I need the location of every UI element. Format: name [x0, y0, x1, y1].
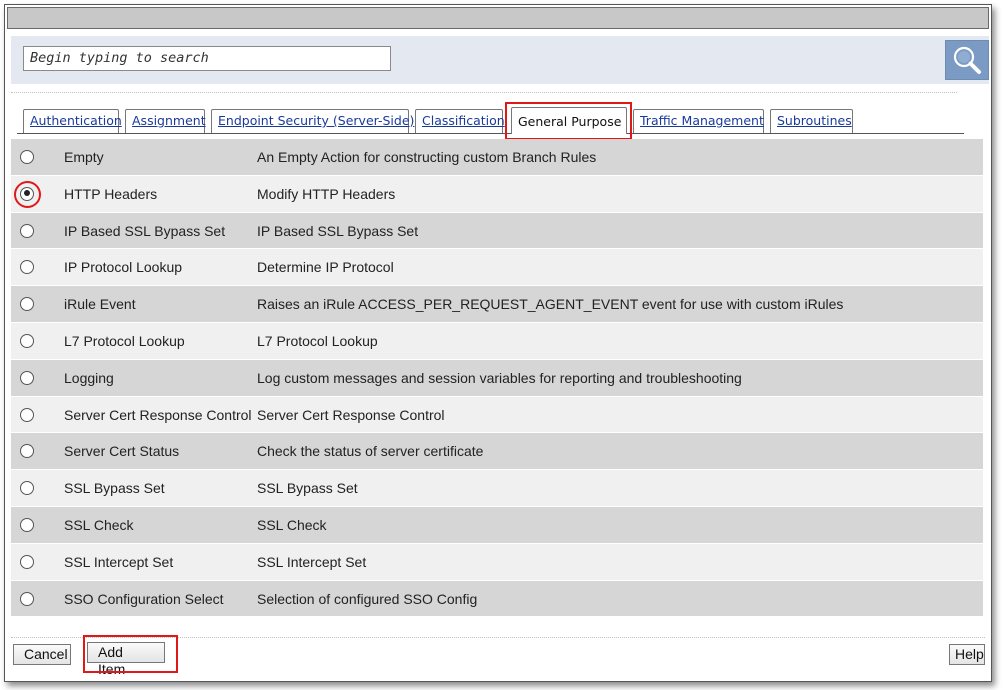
radio-button[interactable] [20, 297, 34, 312]
radio-button[interactable] [20, 407, 34, 422]
item-description: Modify HTTP Headers [257, 185, 396, 202]
list-item[interactable]: Server Cert Response Control Server Cert… [11, 396, 983, 434]
list-item[interactable]: L7 Protocol Lookup L7 Protocol Lookup [11, 322, 983, 360]
search-input[interactable]: Begin typing to search [23, 46, 391, 71]
item-description: Server Cert Response Control [257, 406, 445, 423]
add-item-dialog: Begin typing to search Authentication As… [4, 4, 992, 682]
cancel-button[interactable]: Cancel [13, 644, 71, 665]
radio-button[interactable] [20, 481, 34, 496]
list-item[interactable]: Server Cert Status Check the status of s… [11, 433, 983, 471]
help-button[interactable]: Help [949, 644, 985, 665]
radio-button[interactable] [20, 333, 34, 348]
list-item[interactable]: SSL Check SSL Check [11, 506, 983, 544]
item-name: L7 Protocol Lookup [64, 332, 185, 349]
item-description: IP Based SSL Bypass Set [257, 222, 419, 239]
item-description: SSL Check [257, 516, 327, 533]
item-name: SSL Intercept Set [64, 553, 174, 570]
selection-highlight-circle [14, 180, 41, 208]
add-item-button[interactable]: Add Item [87, 642, 165, 677]
list-item[interactable]: SSO Configuration Select Selection of co… [11, 580, 983, 618]
tab-authentication[interactable]: Authentication [23, 109, 122, 133]
radio-button[interactable] [20, 150, 34, 164]
list-item[interactable]: Empty An Empty Action for constructing c… [11, 139, 983, 176]
search-bar: Begin typing to search [11, 36, 989, 84]
list-item[interactable]: IP Based SSL Bypass Set IP Based SSL Byp… [11, 212, 983, 250]
tab-subroutines[interactable]: Subroutines [770, 109, 853, 133]
radio-button[interactable] [20, 260, 34, 275]
radio-button[interactable] [20, 223, 34, 238]
tab-endpoint-security[interactable]: Endpoint Security (Server-Side) [211, 109, 414, 133]
item-name: IP Protocol Lookup [64, 259, 183, 276]
item-description: An Empty Action for constructing custom … [257, 149, 597, 165]
item-name: Server Cert Status [64, 443, 180, 460]
item-name: SSO Configuration Select [64, 590, 224, 607]
search-button[interactable] [945, 40, 989, 80]
list-item[interactable]: iRule Event Raises an iRule ACCESS_PER_R… [11, 286, 983, 323]
item-description: Log custom messages and session variable… [257, 369, 742, 386]
separator [11, 92, 957, 93]
radio-button[interactable] [20, 554, 34, 569]
item-name: SSL Bypass Set [64, 480, 165, 497]
item-name: Server Cert Response Control [64, 406, 252, 423]
item-name: IP Based SSL Bypass Set [64, 222, 226, 239]
tab-assignment[interactable]: Assignment [125, 109, 206, 133]
action-list: Empty An Empty Action for constructing c… [11, 139, 983, 618]
item-description: Check the status of server certificate [257, 443, 484, 460]
category-tabs: Authentication Assignment Endpoint Secur… [17, 105, 964, 134]
radio-button[interactable] [20, 517, 34, 532]
list-item[interactable]: Logging Log custom messages and session … [11, 359, 983, 397]
radio-button[interactable] [20, 444, 34, 459]
item-description: Selection of configured SSO Config [257, 590, 478, 607]
item-description: Raises an iRule ACCESS_PER_REQUEST_AGENT… [257, 296, 844, 313]
item-description: SSL Intercept Set [257, 553, 367, 570]
radio-button[interactable] [20, 370, 34, 385]
item-name: HTTP Headers [64, 185, 158, 202]
item-name: SSL Check [64, 516, 134, 533]
tab-classification[interactable]: Classification [415, 109, 505, 133]
list-item[interactable]: IP Protocol Lookup Determine IP Protocol [11, 249, 983, 287]
list-item[interactable]: SSL Bypass Set SSL Bypass Set [11, 470, 983, 507]
list-item[interactable]: HTTP Headers Modify HTTP Headers [11, 175, 983, 213]
list-item[interactable]: SSL Intercept Set SSL Intercept Set [11, 543, 983, 581]
dialog-titlebar[interactable] [7, 7, 989, 29]
item-name: iRule Event [64, 296, 136, 313]
item-name: Empty [64, 149, 104, 165]
item-description: L7 Protocol Lookup [257, 332, 378, 349]
item-description: Determine IP Protocol [257, 259, 394, 276]
radio-button[interactable] [20, 591, 34, 606]
magnifier-icon [953, 46, 981, 74]
item-name: Logging [64, 369, 114, 386]
footer-separator [11, 637, 985, 638]
item-description: SSL Bypass Set [257, 480, 358, 497]
tab-general-purpose[interactable]: General Purpose [511, 107, 627, 134]
tab-traffic-management[interactable]: Traffic Management [633, 109, 764, 133]
